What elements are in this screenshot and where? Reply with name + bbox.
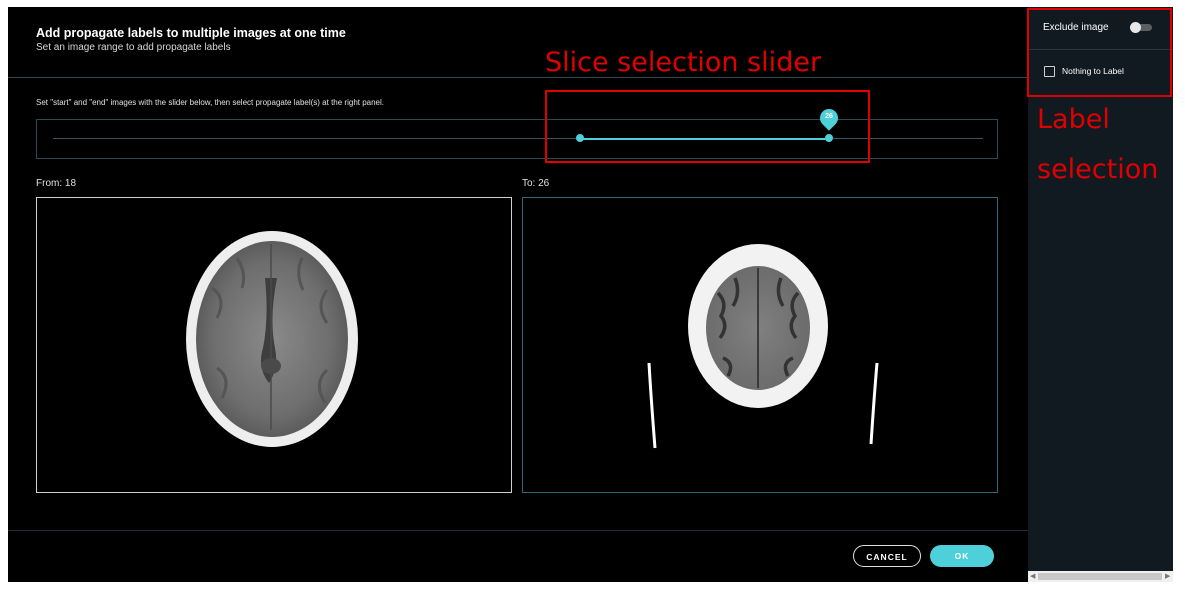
propagate-dialog: Add propagate labels to multiple images … — [8, 7, 1028, 582]
slider-annotation-text: Slice selection slider — [545, 47, 822, 78]
scroll-left-icon[interactable]: ◀ — [1030, 571, 1035, 582]
label-annotation-text-1: Label — [1037, 104, 1110, 135]
header-divider — [8, 77, 1028, 78]
scrollbar-thumb[interactable] — [1038, 573, 1162, 580]
to-label: To: 26 — [522, 178, 550, 189]
cancel-button[interactable]: CANCEL — [853, 545, 921, 567]
scroll-right-icon[interactable]: ▶ — [1165, 571, 1170, 582]
end-slice-image — [522, 197, 998, 493]
ok-button[interactable]: OK — [930, 545, 994, 567]
panel-horizontal-scrollbar[interactable]: ◀ ▶ — [1028, 571, 1173, 582]
dialog-title: Add propagate labels to multiple images … — [36, 26, 346, 40]
label-annotation-box — [1027, 8, 1172, 97]
footer-divider — [8, 530, 1028, 531]
start-slice-image — [36, 197, 512, 493]
slider-annotation-box — [545, 90, 870, 163]
slider-instruction: Set "start" and "end" images with the sl… — [36, 98, 385, 107]
dialog-subtitle: Set an image range to add propagate labe… — [36, 42, 231, 53]
from-label: From: 18 — [36, 178, 77, 189]
label-annotation-text-2: selection — [1037, 154, 1159, 185]
